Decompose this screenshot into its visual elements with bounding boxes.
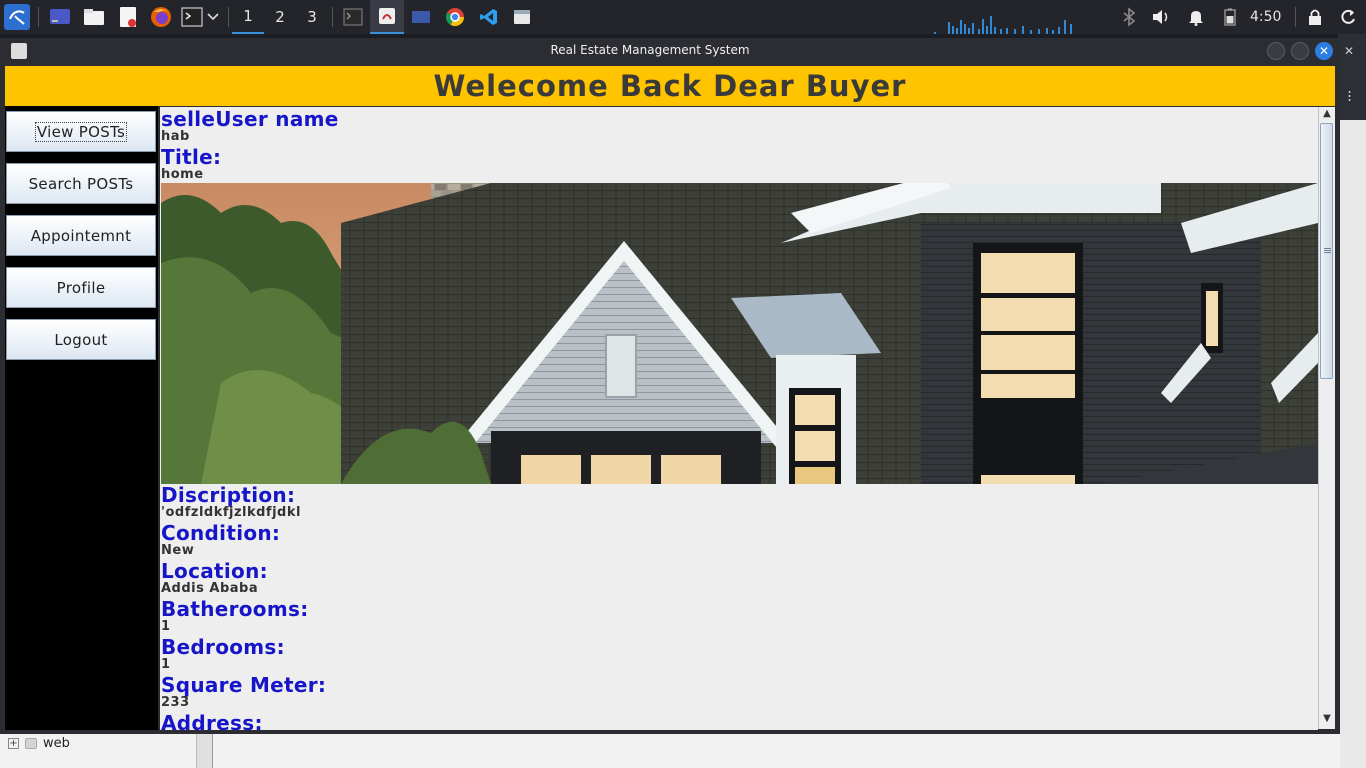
battery-icon[interactable]	[1218, 5, 1242, 29]
post-details-panel[interactable]: selleUser name hab Title: home Discripti…	[160, 107, 1318, 730]
kebab-menu-icon[interactable]	[1348, 90, 1351, 102]
bathrooms-label: Batherooms:	[161, 597, 309, 621]
profile-button[interactable]: Profile	[6, 267, 156, 308]
volume-icon[interactable]	[1149, 5, 1173, 29]
file-manager-icon[interactable]	[82, 5, 106, 29]
post-scrollbar[interactable]: ▲ ▼	[1318, 107, 1335, 729]
bluetooth-icon[interactable]	[1117, 5, 1141, 29]
condition-label: Condition:	[161, 521, 281, 545]
location-label: Location:	[161, 559, 268, 583]
workspace-2[interactable]: 2	[264, 0, 296, 34]
square-meter-label: Square Meter:	[161, 673, 327, 697]
description-value: 'odfzldkfjzlkdfjdkl	[161, 505, 301, 520]
seller-username-label: selleUser name	[161, 107, 339, 131]
terminal-icon[interactable]	[180, 5, 204, 29]
background-window-edge	[1340, 34, 1366, 768]
appointment-button[interactable]: Appointemnt	[6, 215, 156, 256]
divider	[212, 734, 213, 768]
vscode-icon[interactable]	[477, 5, 501, 29]
condition-value: New	[161, 543, 195, 558]
description-label: Discription:	[161, 483, 296, 507]
java-app-icon[interactable]	[370, 0, 404, 34]
terminal-window-icon[interactable]	[341, 5, 365, 29]
background-scrollbar[interactable]	[196, 734, 212, 768]
logout-button[interactable]: Logout	[6, 319, 156, 360]
taskbar: 1 2 3 4:50	[0, 0, 1366, 34]
welcome-banner: Welecome Back Dear Buyer	[5, 66, 1335, 106]
title-value: home	[161, 167, 204, 182]
minimize-button[interactable]	[1267, 42, 1285, 60]
desktop-icon[interactable]	[48, 5, 72, 29]
cpu-graph	[934, 16, 1072, 34]
search-posts-label: Search POSTs	[28, 174, 134, 193]
scroll-up-icon[interactable]: ▲	[1321, 108, 1333, 120]
profile-label: Profile	[56, 278, 106, 297]
kali-menu-icon[interactable]	[4, 4, 30, 30]
sidebar: View POSTs Search POSTs Appointemnt Prof…	[5, 106, 158, 730]
square-meter-value: 233	[161, 695, 190, 710]
bedrooms-label: Bedrooms:	[161, 635, 285, 659]
bedrooms-value: 1	[161, 657, 171, 672]
lock-icon[interactable]	[1303, 5, 1327, 29]
window-titlebar[interactable]: Real Estate Management System ✕	[0, 38, 1340, 64]
window-icon[interactable]	[409, 5, 433, 29]
x-icon: ✕	[1344, 44, 1355, 58]
grip-line	[1324, 250, 1331, 251]
scroll-thumb[interactable]	[1320, 123, 1333, 379]
clock[interactable]: 4:50	[1250, 0, 1286, 34]
bathrooms-value: 1	[161, 619, 171, 634]
workspace-3[interactable]: 3	[296, 0, 328, 34]
grip-line	[1324, 252, 1331, 253]
window-title: Real Estate Management System	[550, 43, 750, 57]
expand-icon[interactable]: +	[8, 738, 19, 749]
firefox-icon[interactable]	[149, 5, 173, 29]
seller-username-value: hab	[161, 129, 190, 144]
view-posts-label: View POSTs	[34, 121, 128, 142]
close-button[interactable]: ✕	[1315, 42, 1333, 60]
house-photo	[161, 183, 1318, 484]
view-posts-button[interactable]: View POSTs	[6, 111, 156, 152]
folder-icon	[25, 738, 37, 749]
chrome-icon[interactable]	[443, 5, 467, 29]
background-window-toolbar: ✕	[1338, 34, 1366, 120]
scroll-down-icon[interactable]: ▼	[1321, 713, 1333, 725]
project-tree-item[interactable]: + web	[8, 736, 70, 751]
address-label: Address:	[161, 711, 263, 730]
chevron-down-icon[interactable]	[205, 5, 221, 29]
appointment-label: Appointemnt	[30, 226, 132, 245]
tree-item-label: web	[43, 736, 70, 751]
window-icon-2[interactable]	[510, 5, 534, 29]
refresh-icon[interactable]	[1336, 5, 1360, 29]
welcome-heading: Welecome Back Dear Buyer	[433, 69, 907, 103]
grip-line	[1324, 248, 1331, 249]
notification-bell-icon[interactable]	[1184, 5, 1208, 29]
location-value: Addis Ababa	[161, 581, 259, 596]
maximize-button[interactable]	[1291, 42, 1309, 60]
main-window: Real Estate Management System ✕ Welecome…	[0, 38, 1340, 734]
search-posts-button[interactable]: Search POSTs	[6, 163, 156, 204]
workspace-1[interactable]: 1	[232, 0, 264, 34]
text-editor-icon[interactable]	[116, 5, 140, 29]
title-label: Title:	[161, 145, 222, 169]
logout-label: Logout	[54, 330, 108, 349]
